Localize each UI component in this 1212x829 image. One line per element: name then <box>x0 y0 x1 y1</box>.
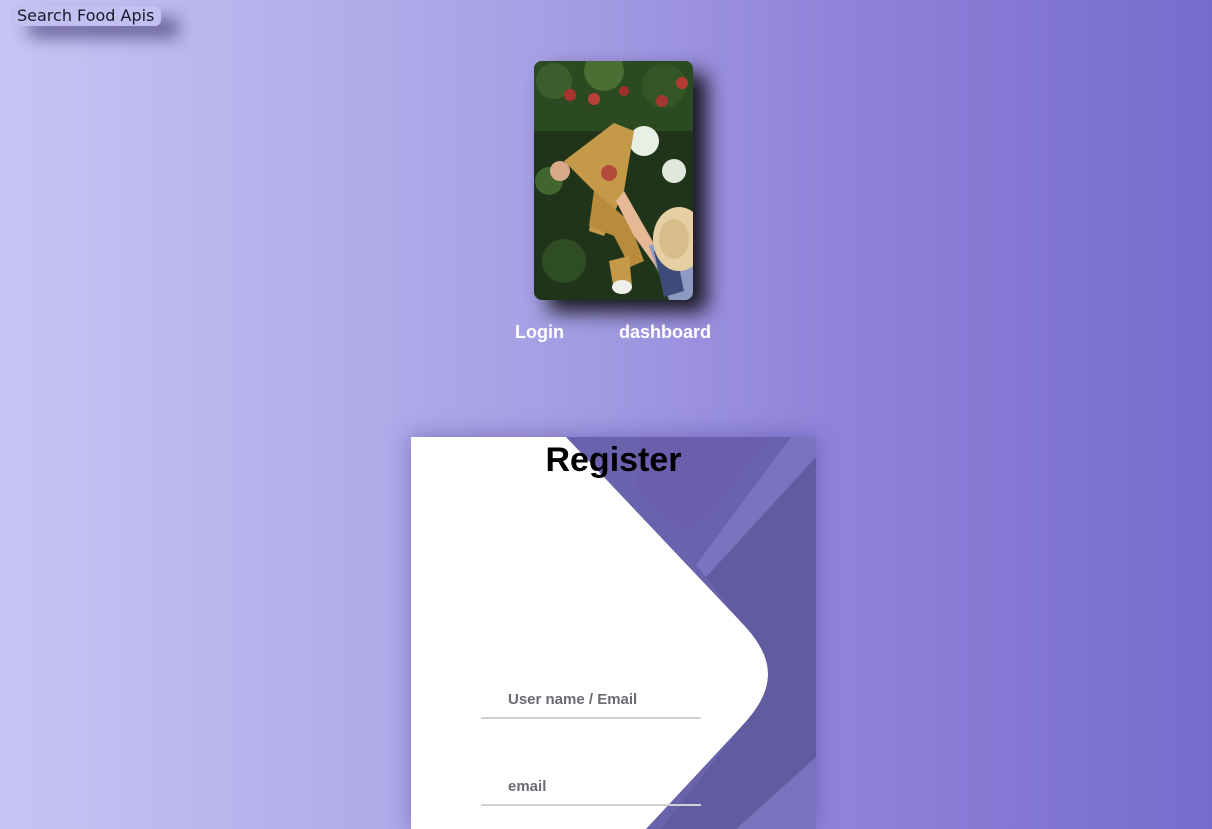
register-card: Register <box>411 437 816 829</box>
email-field <box>481 768 701 806</box>
email-input[interactable] <box>481 768 701 804</box>
username-input[interactable] <box>481 681 701 717</box>
login-link[interactable]: Login <box>515 320 564 344</box>
main-nav: Login dashboard <box>0 320 1212 344</box>
apple-tree-photo <box>534 61 693 300</box>
register-title: Register <box>545 441 682 479</box>
dashboard-link[interactable]: dashboard <box>619 320 711 344</box>
hero-photo <box>534 61 693 300</box>
username-field <box>481 681 701 719</box>
site-title[interactable]: Search Food Apis <box>10 6 162 26</box>
